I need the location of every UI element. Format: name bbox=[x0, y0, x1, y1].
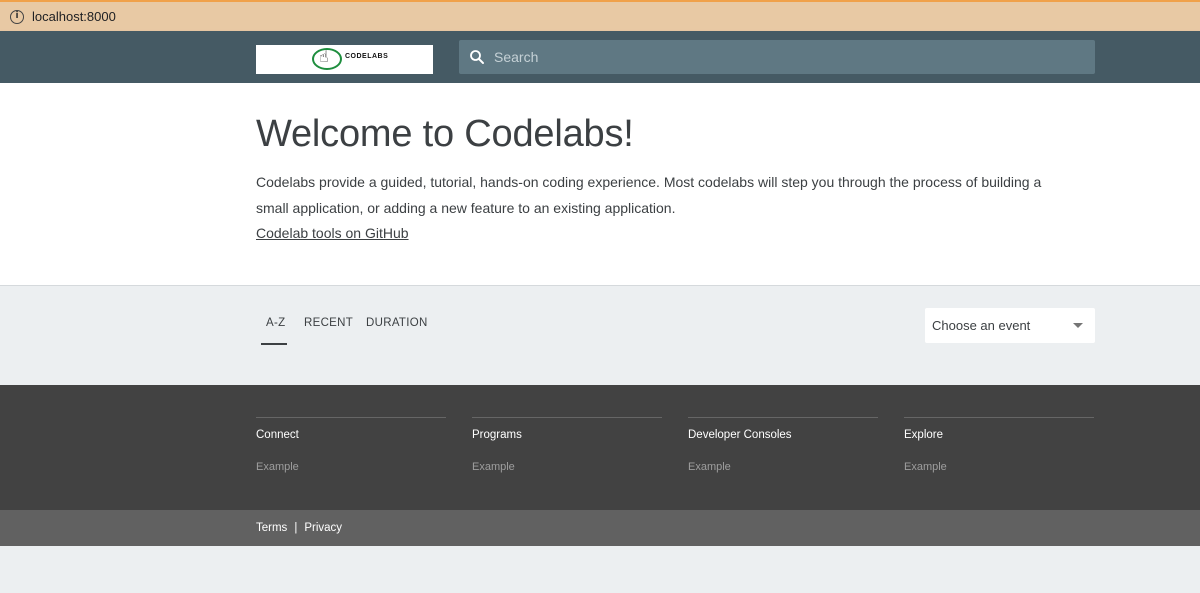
terms-link[interactable]: Terms bbox=[256, 522, 287, 534]
dropdown-caret-icon bbox=[1073, 323, 1083, 328]
footer-column-explore: Explore Example bbox=[904, 417, 1094, 473]
tab-a-z[interactable]: A-Z bbox=[266, 317, 285, 329]
browser-address-bar[interactable]: i localhost:8000 bbox=[0, 0, 1200, 31]
filter-bar: A-Z RECENT DURATION Choose an event bbox=[0, 287, 1200, 385]
site-footer: Connect Example Programs Example Develop… bbox=[0, 385, 1200, 510]
page-title: Welcome to Codelabs! bbox=[256, 113, 634, 155]
site-header: ☝ CODELABS bbox=[0, 31, 1200, 83]
event-select[interactable]: Choose an event bbox=[925, 308, 1095, 343]
logo-text: CODELABS bbox=[345, 53, 389, 60]
footer-link[interactable]: Example bbox=[904, 461, 1094, 473]
footer-column-title: Developer Consoles bbox=[688, 429, 792, 441]
footer-bottom-bar: Terms | Privacy bbox=[0, 510, 1200, 546]
footer-column-title: Explore bbox=[904, 429, 943, 441]
link-separator: | bbox=[294, 522, 298, 534]
welcome-section: Welcome to Codelabs! Codelabs provide a … bbox=[0, 83, 1200, 286]
footer-column-programs: Programs Example bbox=[472, 417, 662, 473]
tab-recent[interactable]: RECENT bbox=[304, 317, 353, 329]
footer-column-title: Connect bbox=[256, 429, 299, 441]
tab-duration[interactable]: DURATION bbox=[366, 317, 428, 329]
pointer-hand-icon: ☝ bbox=[319, 47, 329, 66]
url-text[interactable]: localhost:8000 bbox=[32, 9, 116, 24]
footer-column-title: Programs bbox=[472, 429, 522, 441]
legal-links: Terms | Privacy bbox=[256, 522, 342, 534]
info-icon[interactable]: i bbox=[10, 9, 24, 24]
privacy-link[interactable]: Privacy bbox=[304, 522, 342, 534]
event-select-value: Choose an event bbox=[932, 318, 1031, 333]
footer-column-connect: Connect Example bbox=[256, 417, 446, 473]
search-icon bbox=[470, 50, 484, 64]
search-input[interactable] bbox=[494, 49, 1074, 65]
footer-link[interactable]: Example bbox=[472, 461, 662, 473]
footer-link[interactable]: Example bbox=[688, 461, 878, 473]
search-bar[interactable] bbox=[459, 40, 1095, 74]
codelabs-logo[interactable]: ☝ CODELABS bbox=[256, 45, 433, 74]
github-tools-link[interactable]: Codelab tools on GitHub bbox=[256, 225, 409, 241]
active-tab-indicator bbox=[261, 343, 287, 345]
intro-description: Codelabs provide a guided, tutorial, han… bbox=[256, 174, 1042, 216]
footer-link[interactable]: Example bbox=[256, 461, 446, 473]
footer-column-developer-consoles: Developer Consoles Example bbox=[688, 417, 878, 473]
